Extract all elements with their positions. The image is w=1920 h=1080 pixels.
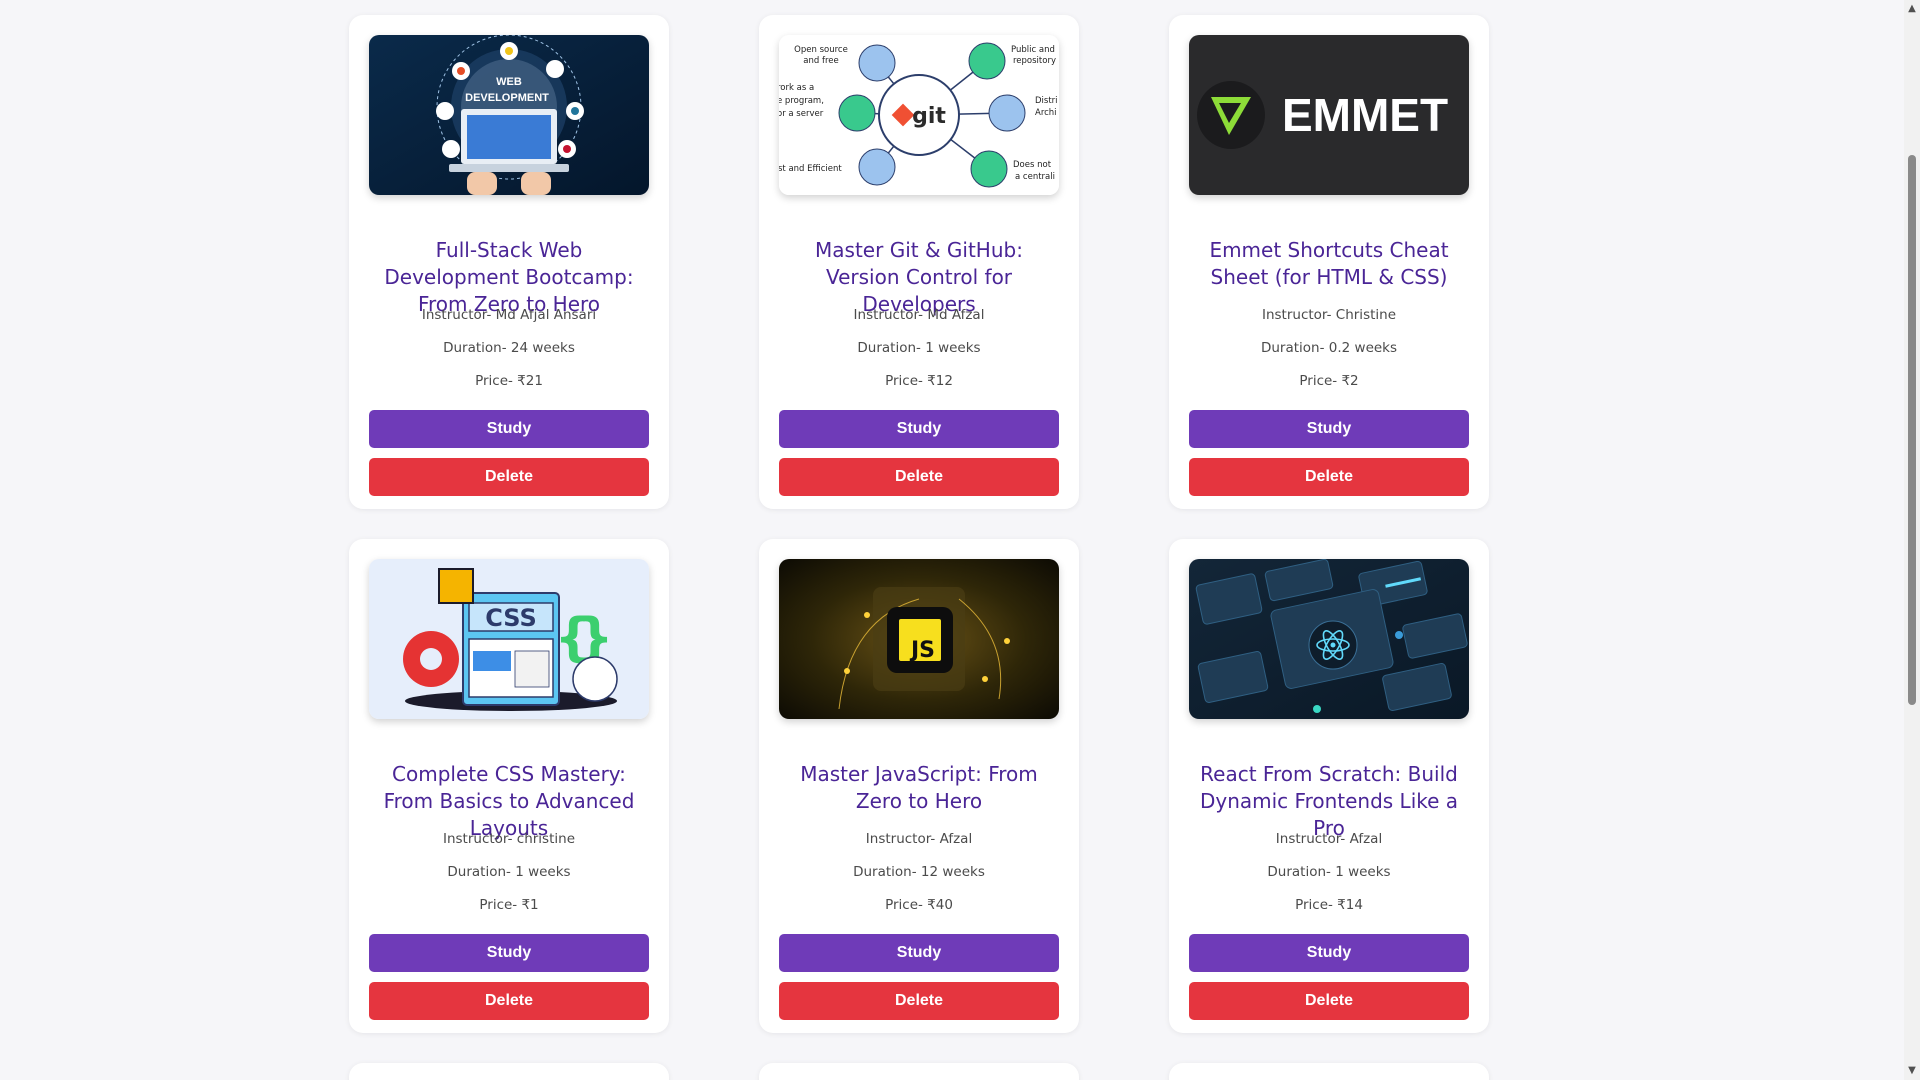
course-card: git Open source and free Public and repo… [759, 15, 1079, 509]
image-text-server: or a server [779, 109, 824, 119]
course-list-page: WEB DEVELOPMENT Full-Stack Web Developme… [0, 0, 1904, 1080]
delete-button[interactable]: Delete [1189, 458, 1469, 496]
image-text-archi: Archi [1035, 108, 1057, 118]
course-instructor: Instructor- Md Afzal [853, 307, 985, 323]
vertical-scrollbar[interactable]: ▲ ▼ [1904, 0, 1920, 1080]
image-text-emmet: EMMET [1282, 89, 1448, 141]
image-text-fast: st and Efficient [779, 164, 842, 174]
course-title: Emmet Shortcuts Cheat Sheet (for HTML & … [1209, 238, 1449, 289]
course-instructor: Instructor- Md Afjal Ansari [421, 307, 597, 323]
delete-button[interactable]: Delete [779, 982, 1059, 1020]
course-price: Price- ₹1 [479, 897, 539, 913]
course-thumbnail: EMMET [1189, 35, 1469, 195]
course-title: Complete CSS Mastery: From Basics to Adv… [383, 762, 635, 840]
course-title: Full-Stack Web Development Bootcamp: Fro… [384, 238, 634, 316]
javascript-logo: JS [779, 559, 1059, 719]
course-price: Price- ₹12 [885, 373, 953, 389]
image-text-work-as: rork as a [779, 83, 814, 93]
course-title: Master Git & GitHub: Version Control for… [815, 238, 1023, 316]
delete-button[interactable]: Delete [1189, 982, 1469, 1020]
scroll-down-arrow-icon[interactable]: ▼ [1907, 1066, 1917, 1076]
delete-button[interactable]: Delete [369, 458, 649, 496]
course-thumbnail: CSS { } [369, 559, 649, 719]
course-card-partial [1169, 1063, 1489, 1080]
study-button[interactable]: Study [1189, 410, 1469, 448]
course-duration: Duration- 1 weeks [1267, 864, 1391, 880]
course-duration: Duration- 0.2 weeks [1260, 340, 1398, 356]
course-instructor: Instructor- Christine [1261, 307, 1397, 323]
image-text-centrali: a centrali [1015, 172, 1055, 182]
course-thumbnail: git Open source and free Public and repo… [779, 35, 1059, 195]
course-thumbnail: WEB DEVELOPMENT [369, 35, 649, 195]
course-duration: Duration- 24 weeks [443, 340, 575, 356]
image-text-program: e program, [779, 96, 824, 106]
study-button[interactable]: Study [369, 934, 649, 972]
course-price: Price- ₹21 [475, 373, 543, 389]
course-card: EMMET Emmet Shortcuts Cheat Sheet (for H… [1169, 15, 1489, 509]
study-button[interactable]: Study [779, 934, 1059, 972]
scroll-up-arrow-icon[interactable]: ▲ [1907, 4, 1917, 14]
course-instructor: Instructor- Afzal [865, 831, 973, 847]
react-illustration [1189, 559, 1469, 719]
image-text-development: DEVELOPMENT [465, 92, 549, 104]
study-button[interactable]: Study [779, 410, 1059, 448]
course-card: JS Master JavaScript: From Zero to Hero … [759, 539, 1079, 1033]
course-card: WEB DEVELOPMENT Full-Stack Web Developme… [349, 15, 669, 509]
image-text-repository: repository [1013, 56, 1056, 66]
css-illustration: CSS { } [369, 559, 649, 719]
course-instructor: Instructor- Afzal [1275, 831, 1383, 847]
delete-button[interactable]: Delete [779, 458, 1059, 496]
course-duration: Duration- 1 weeks [447, 864, 571, 880]
image-text-web: WEB [496, 76, 522, 88]
course-price: Price- ₹2 [1299, 373, 1359, 389]
course-thumbnail [1189, 559, 1469, 719]
image-text-open-source: Open source [794, 45, 848, 55]
scrollbar-thumb[interactable] [1908, 155, 1916, 705]
course-card: CSS { } Complete CSS Mastery: From Basic… [349, 539, 669, 1033]
git-diagram-illustration: git Open source and free Public and repo… [779, 35, 1059, 195]
course-grid: WEB DEVELOPMENT Full-Stack Web Developme… [349, 15, 1489, 1080]
course-title: Master JavaScript: From Zero to Hero [800, 762, 1038, 813]
course-card-partial [759, 1063, 1079, 1080]
image-text-js: JS [909, 638, 935, 663]
image-text-and-free: and free [803, 56, 838, 66]
delete-button[interactable]: Delete [369, 982, 649, 1020]
emmet-logo: EMMET [1189, 35, 1469, 195]
course-duration: Duration- 12 weeks [853, 864, 985, 880]
study-button[interactable]: Study [369, 410, 649, 448]
web-development-illustration: WEB DEVELOPMENT [369, 35, 649, 195]
image-text-distri: Distri [1035, 96, 1058, 106]
course-instructor: Instructor- christine [442, 831, 575, 847]
image-text-does-not: Does not [1013, 160, 1052, 170]
image-text-public: Public and [1011, 45, 1055, 55]
course-thumbnail: JS [779, 559, 1059, 719]
image-text-css: CSS [485, 604, 537, 632]
course-card: React From Scratch: Build Dynamic Fronte… [1169, 539, 1489, 1033]
image-text-git: git [912, 104, 946, 129]
course-title: React From Scratch: Build Dynamic Fronte… [1199, 762, 1459, 840]
course-card-partial [349, 1063, 669, 1080]
study-button[interactable]: Study [1189, 934, 1469, 972]
course-price: Price- ₹14 [1295, 897, 1363, 913]
course-price: Price- ₹40 [885, 897, 953, 913]
course-duration: Duration- 1 weeks [857, 340, 981, 356]
